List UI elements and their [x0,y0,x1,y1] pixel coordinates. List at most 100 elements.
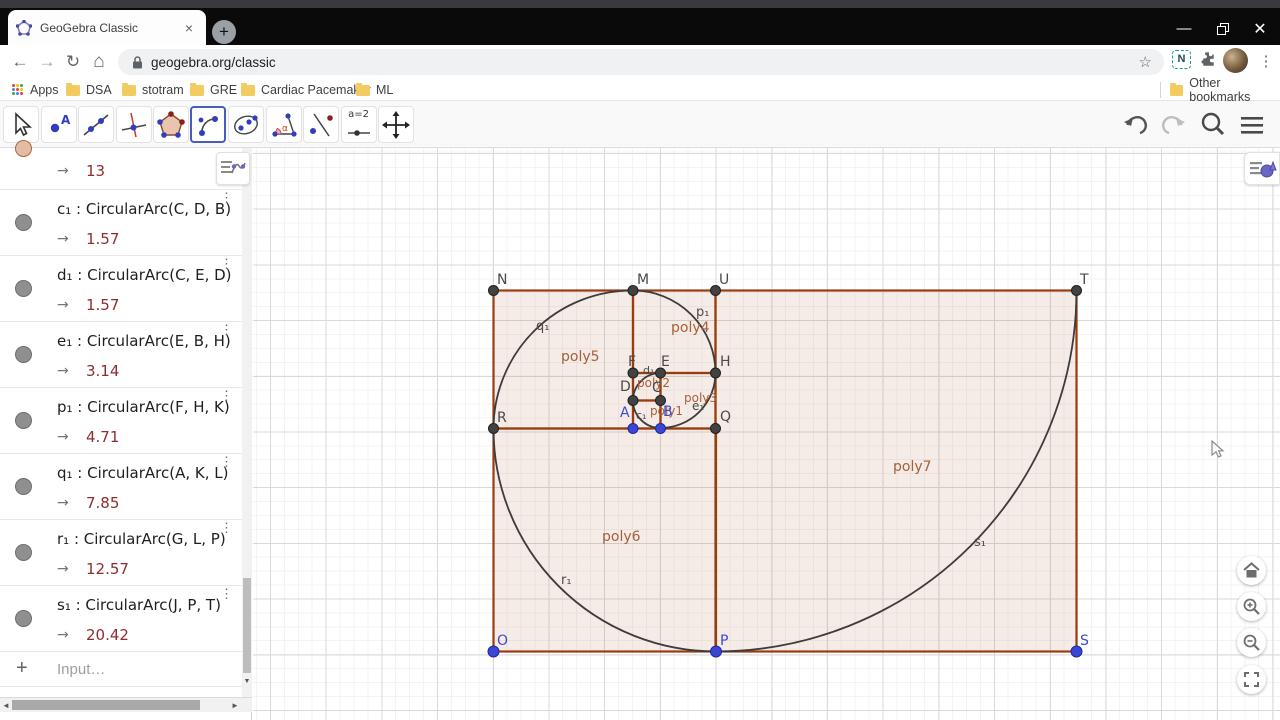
other-bookmarks[interactable]: Other bookmarks [1170,76,1280,104]
tool-conic-button[interactable] [228,106,264,143]
scroll-right-icon[interactable]: ► [231,701,239,710]
tool-move-graphics-button[interactable] [378,106,414,143]
scrollbar-thumb[interactable] [243,578,251,673]
entry-menu-kebab-icon[interactable]: ⋮ [220,323,233,336]
arc-p1-label: p₁ [696,305,709,320]
scroll-down-icon[interactable]: ▼ [242,678,252,685]
scrollbar-thumb[interactable] [12,700,200,710]
algebra-vertical-scrollbar[interactable]: ▼ [242,148,252,697]
extensions-puzzle-icon[interactable] [1199,51,1216,68]
point-B[interactable] [655,423,666,434]
algebra-entry-c1[interactable]: c₁ : CircularArc(C, D, B) → 1.57 ⋮ [0,190,242,256]
browser-menu-kebab-icon[interactable]: ⋮ [1252,48,1280,76]
zoom-in-button[interactable] [1237,592,1266,621]
url-text[interactable]: geogebra.org/classic [151,55,1139,70]
point-Q-label: Q [720,409,731,425]
visibility-toggle[interactable] [15,346,32,363]
tool-polygon-button[interactable] [153,106,189,143]
entry-menu-kebab-icon[interactable]: ⋮ [220,257,233,270]
tool-slider-button[interactable]: a=2 [340,106,377,143]
entry-menu-kebab-icon[interactable]: ⋮ [220,191,233,204]
visibility-toggle[interactable] [15,478,32,495]
polygon-tool-icon [157,111,185,138]
back-icon[interactable]: ← [6,48,34,76]
bookmark-dsa[interactable]: DSA [66,79,112,101]
window-restore-button[interactable] [1207,18,1237,44]
tool-circular-arc-button[interactable] [190,106,226,143]
window-minimize-button[interactable]: — [1169,18,1199,44]
entry-menu-kebab-icon[interactable]: ⋮ [220,521,233,534]
algebra-style-bar-button[interactable] [216,152,250,185]
entry-menu-kebab-icon[interactable]: ⋮ [220,455,233,468]
redo-button[interactable] [1157,109,1189,141]
visibility-toggle[interactable] [15,280,32,297]
avatar[interactable] [1223,48,1248,73]
zoom-out-button[interactable] [1237,628,1266,657]
entry-definition: r₁ : CircularArc(G, L, P) [57,530,226,548]
reload-icon[interactable]: ↻ [59,48,87,76]
window-close-button[interactable]: ✕ [1245,18,1275,44]
bookmarks-bar: Apps DSA stotram GRE Cardiac Pacemaker M… [0,76,1280,104]
algebra-input-row[interactable]: + Input… [0,652,242,687]
bookmark-star-icon[interactable]: ☆ [1139,53,1152,71]
algebra-entry-q1[interactable]: q₁ : CircularArc(A, K, L) → 7.85 ⋮ [0,454,242,520]
bookmark-label: stotram [142,83,184,97]
algebra-entry-p1[interactable]: p₁ : CircularArc(F, H, K) → 4.71 ⋮ [0,388,242,454]
value-arrow-icon: → [57,363,69,379]
tab-title: GeoGebra Classic [40,20,139,35]
tool-reflect-button[interactable] [303,106,339,143]
bookmark-apps[interactable]: Apps [12,79,59,101]
entry-menu-kebab-icon[interactable]: ⋮ [220,389,233,402]
point-H[interactable] [710,367,721,379]
tool-move-button[interactable] [3,106,39,143]
visibility-toggle[interactable] [15,214,32,231]
search-button[interactable] [1197,109,1229,141]
algebra-input-placeholder[interactable]: Input… [57,661,105,678]
entry-definition: c₁ : CircularArc(C, D, B) [57,200,232,218]
angle-tool-icon: α [271,113,297,137]
entry-menu-kebab-icon[interactable]: ⋮ [220,587,233,600]
tool-angle-button[interactable]: α [265,106,302,143]
point-Q[interactable] [710,423,721,434]
new-tab-button[interactable]: + [212,20,236,44]
bookmark-cardiac-pacemaker[interactable]: Cardiac Pacemaker [241,79,371,101]
entry-value: 13 [86,162,106,180]
tool-line-button[interactable] [78,106,114,143]
algebra-entry-s1[interactable]: s₁ : CircularArc(J, P, T) → 20.42 ⋮ [0,586,242,652]
bookmark-stotram[interactable]: stotram [122,79,184,101]
bookmark-ml[interactable]: ML [356,79,393,101]
add-input-icon[interactable]: + [16,657,28,680]
notion-extension-icon[interactable]: N [1172,50,1191,69]
visibility-toggle[interactable] [15,140,32,157]
visibility-toggle[interactable] [15,412,32,429]
algebra-entry-partial[interactable]: → 13 [0,140,242,190]
bookmark-gre[interactable]: GRE [190,79,237,101]
algebra-horizontal-scrollbar[interactable]: ◄ ► [0,697,252,712]
undo-button[interactable] [1120,109,1152,141]
point-R-label: R [497,410,507,426]
scroll-left-icon[interactable]: ◄ [2,701,10,710]
algebra-entry-e1[interactable]: e₁ : CircularArc(E, B, H) → 3.14 ⋮ [0,322,242,388]
arc-r1-label: r₁ [561,573,572,588]
point-tool-icon: A [50,113,71,133]
visibility-toggle[interactable] [15,610,32,627]
home-icon[interactable]: ⌂ [85,48,113,76]
graphics-style-bar-button[interactable] [1244,152,1280,185]
entry-value: 1.57 [86,230,120,248]
tool-point-button[interactable]: A [40,106,77,143]
forward-icon[interactable]: → [33,48,61,76]
home-view-button[interactable] [1237,556,1266,585]
main-menu-button[interactable] [1236,109,1268,141]
algebra-entry-d1[interactable]: d₁ : CircularArc(C, E, D) → 1.57 ⋮ [0,256,242,322]
point-H-label: H [720,354,731,370]
visibility-toggle[interactable] [15,544,32,561]
fullscreen-button[interactable] [1237,665,1266,694]
tab-close-icon[interactable]: × [180,19,198,37]
point-A[interactable] [627,423,639,434]
address-bar[interactable]: geogebra.org/classic ☆ [118,49,1164,75]
browser-tab[interactable]: GeoGebra Classic × [8,10,206,45]
algebra-entry-r1[interactable]: r₁ : CircularArc(G, L, P) → 12.57 ⋮ [0,520,242,586]
tool-perpendicular-line-button[interactable] [115,106,152,143]
point-D[interactable] [627,395,639,406]
graphics-view[interactable]: poly5 poly4 poly7 poly6 poly3 poly2 poly… [253,148,1280,720]
